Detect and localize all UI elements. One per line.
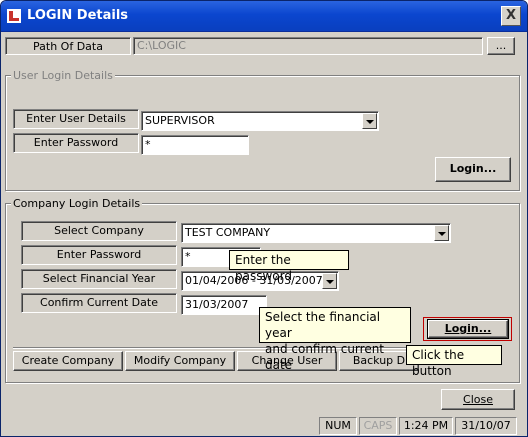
chevron-down-icon[interactable] (434, 225, 449, 241)
financial-year-tooltip: Select the financial year and confirm cu… (259, 307, 411, 372)
modify-company-button[interactable]: Modify Company (125, 351, 235, 371)
title-bar[interactable]: LOGIN Details X (1, 1, 527, 32)
chevron-down-icon[interactable] (322, 273, 337, 289)
user-details-label: Enter User Details (13, 109, 139, 129)
user-login-button[interactable]: Login... (435, 157, 511, 182)
browse-button[interactable]: ... (487, 37, 515, 55)
app-icon (7, 9, 21, 23)
num-indicator: NUM (319, 417, 357, 435)
company-login-button-label: Login... (444, 322, 492, 335)
button-tooltip: Click the button (406, 345, 502, 378)
login-window: LOGIN Details X Path Of Data C:\LOGIC ..… (0, 0, 528, 437)
company-select[interactable]: TEST COMPANY (181, 223, 451, 243)
time-indicator: 1:24 PM (399, 417, 453, 435)
user-select-value: SUPERVISOR (145, 114, 215, 127)
current-date-input[interactable]: 31/03/2007 (181, 295, 267, 315)
window-title: LOGIN Details (27, 8, 129, 23)
user-login-group-title: User Login Details (11, 69, 115, 82)
user-password-input[interactable]: * (141, 135, 249, 155)
financial-year-tooltip-line1: Select the financial year (265, 310, 381, 340)
company-password-label: Enter Password (21, 245, 177, 265)
user-password-label: Enter Password (13, 133, 139, 153)
financial-year-label: Select Financial Year (21, 269, 177, 289)
close-button[interactable]: Close (441, 389, 515, 410)
window-close-button[interactable]: X (501, 6, 521, 26)
path-label: Path Of Data (5, 37, 131, 55)
current-date-label: Confirm Current Date (21, 293, 177, 313)
chevron-down-icon[interactable] (362, 113, 377, 129)
company-select-value: TEST COMPANY (185, 226, 271, 239)
user-select[interactable]: SUPERVISOR (141, 111, 379, 131)
create-company-button[interactable]: Create Company (13, 351, 123, 371)
close-button-label: Close (463, 393, 493, 406)
company-login-button[interactable]: Login... (427, 319, 509, 339)
date-indicator: 31/10/07 (455, 417, 517, 435)
financial-year-tooltip-line2: and confirm current date (265, 342, 385, 372)
company-login-group-title: Company Login Details (11, 197, 143, 210)
caps-indicator: CAPS (359, 417, 397, 435)
password-tooltip: Enter the password (229, 250, 349, 283)
company-label: Select Company (21, 221, 177, 241)
path-input[interactable]: C:\LOGIC (133, 37, 483, 55)
